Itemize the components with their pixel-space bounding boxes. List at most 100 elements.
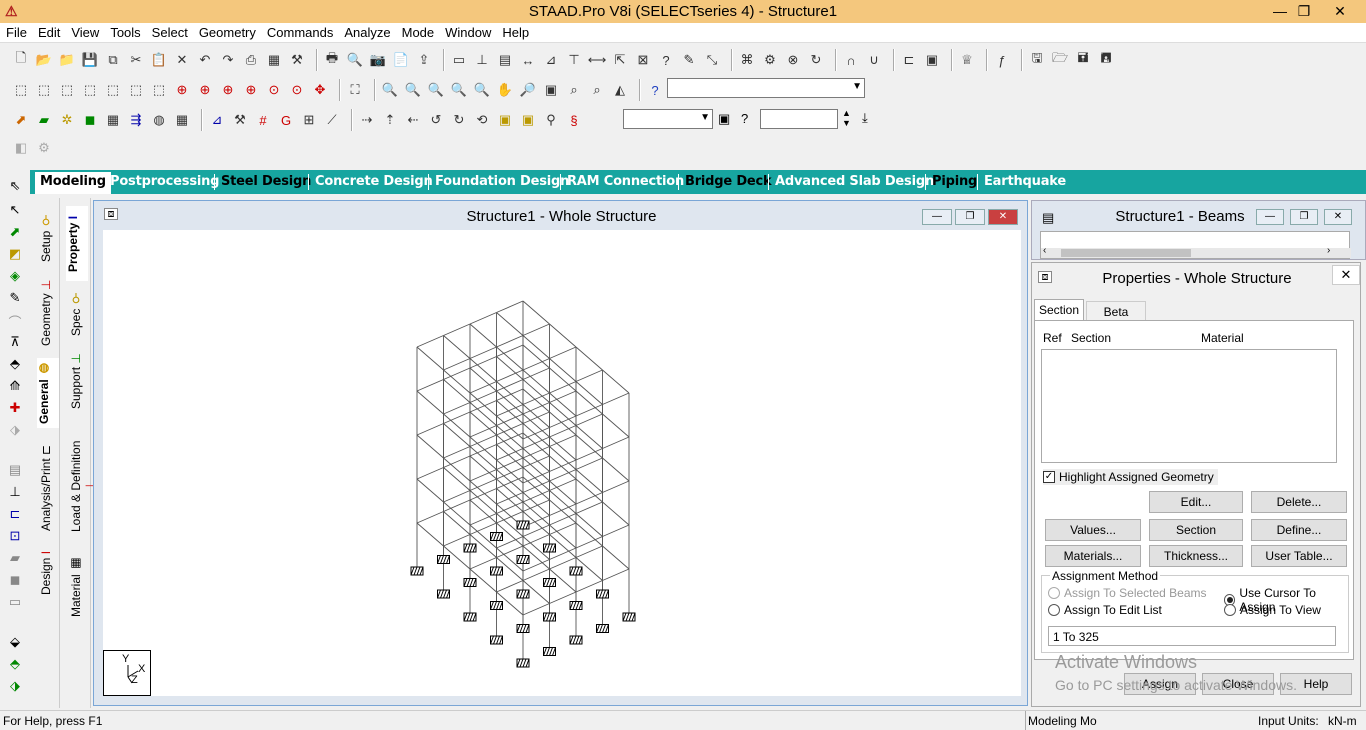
frame-member[interactable] — [522, 335, 550, 359]
load-icon[interactable]: ▣ — [496, 111, 514, 129]
select-geometry-icon[interactable]: ⇶ — [127, 111, 145, 129]
highlight-checkbox[interactable]: ✓ Highlight Assigned Geometry — [1043, 469, 1218, 485]
tab-bridge-deck[interactable]: Bridge Deck — [685, 174, 772, 189]
clipboard-icon[interactable]: ▣ — [923, 51, 941, 69]
zoom-icon[interactable]: 🔍 — [381, 81, 399, 99]
frame-member[interactable] — [443, 446, 471, 459]
frame-member[interactable] — [416, 335, 444, 348]
rotate-z-icon[interactable]: ⊙ — [265, 81, 283, 99]
tab-section[interactable]: Section — [1034, 299, 1084, 321]
tool-d-icon[interactable]: ⊡ — [6, 528, 24, 546]
chevron-left-icon[interactable]: ‹ — [1043, 245, 1046, 256]
pointer-icon[interactable]: ↖ — [6, 202, 24, 220]
scale-icon[interactable]: ⤡ — [703, 51, 721, 69]
frame-member[interactable] — [443, 358, 471, 371]
tab-foundation-design[interactable]: Foundation Design — [435, 174, 569, 189]
pan-icon[interactable]: ✋ — [496, 81, 514, 99]
fz-icon[interactable]: ⇠ — [404, 111, 422, 129]
frame-member[interactable] — [575, 381, 603, 405]
frame-member[interactable] — [416, 346, 444, 371]
iso-view-5-icon[interactable]: ⬚ — [104, 81, 122, 99]
menu-commands[interactable]: Commands — [261, 23, 338, 43]
frame-member[interactable] — [575, 513, 603, 537]
solid-cursor-icon[interactable]: ◈ — [6, 268, 24, 286]
search-icon[interactable]: ⌕ — [588, 81, 606, 99]
edit-button[interactable]: Edit... — [1149, 491, 1243, 513]
fit-icon[interactable]: ⛶ — [346, 81, 364, 99]
zoom-in-icon[interactable]: 🔍 — [427, 81, 445, 99]
frame-member[interactable] — [522, 300, 550, 325]
spring-icon[interactable]: § — [565, 111, 583, 129]
beam-cursor-icon[interactable]: ⬈ — [6, 224, 24, 242]
hammer-icon[interactable]: ⚒ — [288, 51, 306, 69]
spinner-icon[interactable]: ▲ ▼ — [842, 108, 851, 128]
download-icon[interactable]: ⤓ — [862, 110, 868, 126]
frame-member[interactable] — [602, 545, 630, 570]
page-icon[interactable]: ▭ — [450, 51, 468, 69]
select-table-icon[interactable]: ▦ — [173, 111, 191, 129]
vtab-support[interactable]: Support ⊥ — [69, 350, 83, 412]
zoom-out-icon[interactable]: 🔍 — [450, 81, 468, 99]
tool-a-icon[interactable]: ▤ — [6, 462, 24, 480]
iso-view-1-icon[interactable]: ⬚ — [12, 81, 30, 99]
tab-modeling[interactable]: Modeling — [35, 172, 111, 194]
vtab-setup[interactable]: Setup ⚲ — [39, 208, 53, 268]
tool-c-icon[interactable]: ⊏ — [6, 506, 24, 524]
values-button[interactable]: Values... — [1045, 519, 1141, 541]
scroll-thumb[interactable] — [1061, 249, 1191, 257]
frame-member[interactable] — [496, 300, 524, 313]
tab-piping[interactable]: Piping — [932, 174, 977, 189]
frame-member[interactable] — [416, 467, 444, 480]
frame-member[interactable] — [496, 312, 524, 336]
report-icon[interactable]: 📄 — [392, 51, 410, 69]
folder-load-icon[interactable]: 🗁 — [1051, 50, 1069, 69]
tab-postprocessing[interactable]: Postprocessing — [110, 174, 219, 189]
open-icon[interactable]: 📁 — [58, 51, 76, 69]
distance-icon[interactable]: ⟷ — [588, 51, 607, 69]
copy-icon[interactable]: ⧉ — [104, 51, 122, 69]
frame-member[interactable] — [469, 346, 497, 359]
label-icon[interactable]: ▤ — [496, 51, 514, 69]
frame-member[interactable] — [443, 423, 471, 447]
frame-member[interactable] — [416, 511, 444, 524]
frame-member[interactable] — [443, 379, 471, 403]
disk-save-icon[interactable]: 🖫 — [1028, 50, 1046, 69]
vtab-property[interactable]: Property I — [66, 206, 88, 281]
snap-icon[interactable]: ⊿ — [208, 111, 226, 129]
structure-icon[interactable]: ⌘ — [738, 51, 756, 69]
edit-list-input[interactable]: 1 To 325 — [1048, 626, 1336, 646]
delete-load-icon[interactable]: ⊗ — [784, 51, 802, 69]
frame-member[interactable] — [443, 335, 471, 359]
tool-b-icon[interactable]: ⊥ — [6, 484, 24, 502]
vtab-design[interactable]: Design I — [39, 543, 53, 603]
formula-icon[interactable]: ƒ — [993, 51, 1011, 69]
thickness-button[interactable]: Thickness... — [1149, 545, 1243, 567]
mx-icon[interactable]: ↺ — [427, 111, 445, 129]
grid-snap-icon[interactable]: # — [254, 111, 272, 129]
frame-member[interactable] — [549, 323, 577, 348]
tab-ram-connection[interactable]: RAM Connection — [567, 174, 684, 189]
frame-member[interactable] — [602, 501, 630, 526]
frame-member[interactable] — [602, 457, 630, 482]
menu-analyze[interactable]: Analyze — [338, 23, 395, 43]
menu-window[interactable]: Window — [439, 23, 496, 43]
scale-input[interactable] — [760, 109, 838, 129]
frame-member[interactable] — [416, 434, 444, 459]
tool-i-icon[interactable]: ⬘ — [6, 656, 24, 674]
fy-icon[interactable]: ⇡ — [381, 111, 399, 129]
frame-member[interactable] — [496, 335, 524, 348]
grid-icon[interactable]: ▦ — [265, 51, 283, 69]
rotate-z2-icon[interactable]: ⊙ — [288, 81, 306, 99]
move-icon[interactable]: ⬗ — [6, 422, 24, 440]
frame-member[interactable] — [443, 323, 471, 336]
close-button[interactable]: ✕ — [1325, 0, 1355, 22]
results-icon[interactable]: ⚙ — [761, 51, 779, 69]
mdi-restore-button[interactable]: ❐ — [955, 209, 985, 225]
rotate-y2-icon[interactable]: ⊕ — [242, 81, 260, 99]
properties-close-button[interactable]: ✕ — [1332, 265, 1360, 285]
display-icon[interactable]: ▣ — [542, 81, 560, 99]
beams-minimize-button[interactable]: — — [1256, 209, 1284, 225]
save-icon[interactable]: 💾 — [81, 51, 99, 69]
menu-select[interactable]: Select — [146, 23, 193, 43]
menu-mode[interactable]: Mode — [396, 23, 440, 43]
